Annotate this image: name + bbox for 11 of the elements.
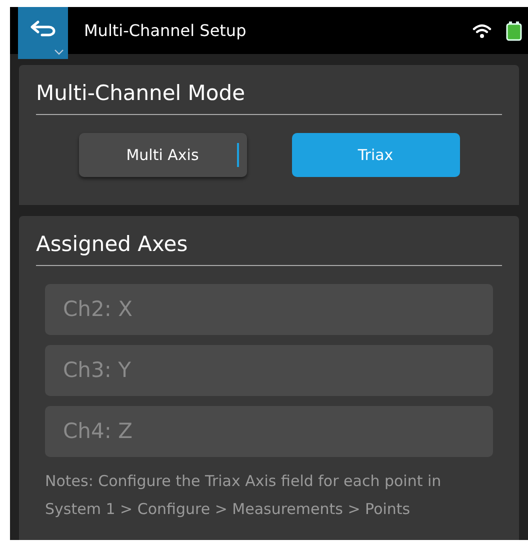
battery-icon [506, 20, 522, 40]
mode-button[interactable]: Triax [292, 133, 460, 177]
mode-button[interactable]: Multi Axis [78, 133, 246, 177]
section-title: Multi-Channel Mode [36, 78, 502, 115]
wifi-icon [472, 22, 492, 38]
chevron-down-icon [54, 49, 64, 55]
back-button[interactable] [18, 7, 68, 59]
section-title: Assigned Axes [36, 229, 502, 266]
notes-text: Notes: Configure the Triax Axis field for each point in System 1 > Configure > Measurements > Points [44, 471, 442, 520]
screen-title: Multi-Channel Setup [84, 20, 248, 42]
back-arrow-icon [30, 20, 56, 38]
